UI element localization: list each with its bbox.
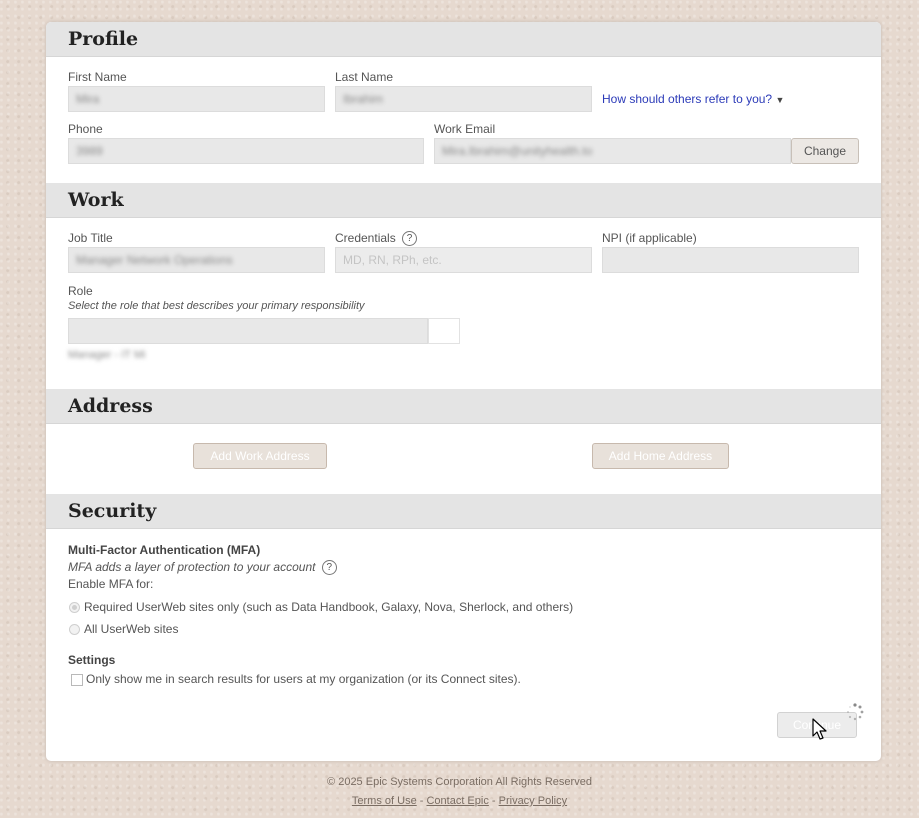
contact-epic-link[interactable]: Contact Epic bbox=[426, 795, 488, 807]
security-section-title: Security bbox=[68, 500, 157, 522]
mfa-required-radio[interactable] bbox=[69, 602, 80, 613]
profile-section-title: Profile bbox=[68, 28, 139, 50]
job-title-label: Job Title bbox=[68, 231, 113, 245]
phone-label: Phone bbox=[68, 122, 103, 136]
loading-spinner-icon bbox=[847, 703, 864, 721]
privacy-policy-link[interactable]: Privacy Policy bbox=[499, 795, 567, 807]
mfa-required-label[interactable]: Required UserWeb sites only (such as Dat… bbox=[84, 600, 573, 614]
phone-value: 3989 bbox=[76, 144, 103, 158]
profile-section-header: Profile bbox=[46, 22, 881, 57]
credentials-field[interactable]: MD, RN, RPh, etc. bbox=[335, 247, 592, 273]
terms-of-use-link[interactable]: Terms of Use bbox=[352, 795, 417, 807]
change-email-button[interactable]: Change bbox=[791, 138, 859, 164]
phone-field[interactable]: 3989 bbox=[68, 138, 424, 164]
job-title-field[interactable]: Manager Network Operations bbox=[68, 247, 325, 273]
work-email-value: Mira.Ibrahim@unityhealth.to bbox=[442, 144, 593, 158]
profile-form-card: Profile First Name Mira Last Name Ibrahi… bbox=[46, 22, 881, 761]
add-work-address-button[interactable]: Add Work Address bbox=[193, 443, 327, 469]
search-visibility-label[interactable]: Only show me in search results for users… bbox=[86, 672, 521, 686]
role-select[interactable] bbox=[68, 318, 428, 344]
refer-to-you-label: How should others refer to you? bbox=[602, 92, 773, 106]
add-home-address-button[interactable]: Add Home Address bbox=[592, 443, 729, 469]
selected-role-tag: Manager - IT Mi bbox=[68, 349, 146, 361]
security-section-header: Security bbox=[46, 494, 881, 529]
mfa-description: MFA adds a layer of protection to your a… bbox=[68, 560, 316, 574]
last-name-field[interactable]: Ibrahim bbox=[335, 86, 592, 112]
role-hint: Select the role that best describes your… bbox=[68, 300, 365, 312]
credentials-label: Credentials bbox=[335, 231, 396, 245]
address-section-title: Address bbox=[68, 395, 153, 417]
npi-field[interactable] bbox=[602, 247, 859, 273]
work-email-field[interactable]: Mira.Ibrahim@unityhealth.to bbox=[434, 138, 791, 164]
work-section-header: Work bbox=[46, 183, 881, 218]
mfa-all-label[interactable]: All UserWeb sites bbox=[84, 622, 178, 636]
copyright-text: © 2025 Epic Systems Corporation All Righ… bbox=[327, 776, 592, 788]
job-title-value: Manager Network Operations bbox=[76, 253, 233, 267]
work-email-label: Work Email bbox=[434, 122, 496, 136]
npi-label: NPI (if applicable) bbox=[602, 231, 697, 245]
address-section-header: Address bbox=[46, 389, 881, 424]
footer-links: Terms of Use - Contact Epic - Privacy Po… bbox=[0, 795, 919, 807]
credentials-label-wrap: Credentials ? bbox=[335, 231, 418, 247]
caret-down-icon: ▼ bbox=[775, 95, 785, 105]
refer-to-you-link[interactable]: How should others refer to you? ▼ bbox=[602, 92, 784, 106]
mfa-description-wrap: MFA adds a layer of protection to your a… bbox=[68, 560, 337, 576]
mfa-all-radio[interactable] bbox=[69, 624, 80, 635]
last-name-value: Ibrahim bbox=[343, 92, 384, 106]
first-name-field[interactable]: Mira bbox=[68, 86, 325, 112]
role-label: Role bbox=[68, 284, 93, 298]
question-mark-icon[interactable]: ? bbox=[321, 560, 337, 576]
footer-separator: - bbox=[416, 795, 427, 807]
footer-separator: - bbox=[488, 795, 499, 807]
work-section-title: Work bbox=[68, 189, 124, 211]
settings-heading: Settings bbox=[68, 653, 116, 667]
mfa-heading: Multi-Factor Authentication (MFA) bbox=[68, 543, 261, 557]
last-name-label: Last Name bbox=[335, 70, 394, 84]
first-name-label: First Name bbox=[68, 70, 127, 84]
enable-mfa-label: Enable MFA for: bbox=[68, 577, 154, 591]
search-visibility-checkbox[interactable] bbox=[71, 674, 83, 686]
credentials-placeholder: MD, RN, RPh, etc. bbox=[343, 253, 442, 267]
question-mark-icon[interactable]: ? bbox=[402, 231, 418, 247]
role-dropdown-button[interactable] bbox=[428, 318, 460, 344]
mouse-cursor-icon bbox=[812, 718, 827, 740]
first-name-value: Mira bbox=[76, 92, 100, 106]
